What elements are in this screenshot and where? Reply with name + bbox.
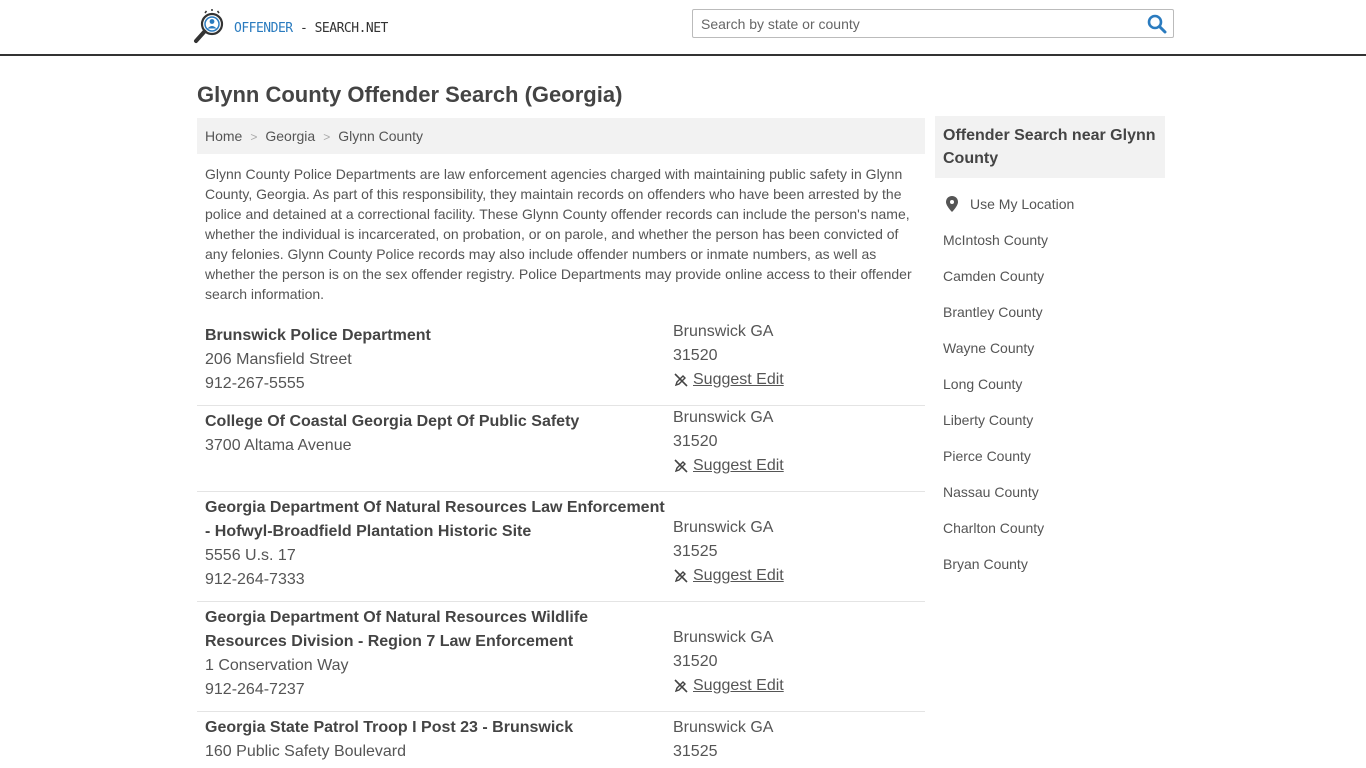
listing-phone: 912-267-5555 <box>205 375 305 392</box>
listing-name[interactable]: College Of Coastal Georgia Dept Of Publi… <box>205 410 673 434</box>
map-pin-icon <box>946 196 958 212</box>
logo-text-search: - SEARCH.NET <box>292 20 388 36</box>
magnifier-logo-icon <box>194 9 224 43</box>
sidebar-item-liberty-county[interactable]: Liberty County <box>943 408 1165 444</box>
sidebar-item-mcintosh-county[interactable]: McIntosh County <box>943 228 1165 264</box>
listing-address: 160 Public Safety Boulevard <box>205 743 407 760</box>
sidebar-item-bryan-county[interactable]: Bryan County <box>943 552 1165 588</box>
site-header: OFFENDER - SEARCH.NET <box>0 0 1366 56</box>
logo-text-offender: OFFENDER <box>234 20 293 36</box>
search-box <box>692 9 1174 38</box>
breadcrumb-separator: > <box>250 130 258 144</box>
site-logo[interactable]: OFFENDER - SEARCH.NET <box>192 9 388 47</box>
listing-item: College Of Coastal Georgia Dept Of Publi… <box>197 406 925 492</box>
use-my-location-label: Use My Location <box>970 196 1075 212</box>
search-button[interactable] <box>1147 14 1167 34</box>
sidebar-heading: Offender Search near Glynn County <box>935 116 1165 178</box>
suggest-edit-label: Suggest Edit <box>693 567 784 584</box>
edit-off-icon <box>674 569 688 583</box>
intro-paragraph: Glynn County Police Departments are law … <box>205 166 912 302</box>
suggest-edit-link[interactable]: Suggest Edit <box>673 368 784 392</box>
search-icon <box>1147 14 1167 34</box>
listing-zip: 31520 <box>673 653 718 670</box>
edit-off-icon <box>674 679 688 693</box>
breadcrumb-glynn-county[interactable]: Glynn County <box>338 128 423 144</box>
listing-city: Brunswick GA <box>673 409 774 426</box>
listing-city: Brunswick GA <box>673 719 774 736</box>
listing-address: 3700 Altama Avenue <box>205 437 352 454</box>
suggest-edit-label: Suggest Edit <box>693 457 784 474</box>
breadcrumb-home[interactable]: Home <box>205 128 242 144</box>
suggest-edit-link[interactable]: Suggest Edit <box>673 454 784 478</box>
listing-address: 206 Mansfield Street <box>205 351 352 368</box>
listing-zip: 31520 <box>673 433 718 450</box>
sidebar-item-nassau-county[interactable]: Nassau County <box>943 480 1165 516</box>
listing-city: Brunswick GA <box>673 519 774 536</box>
sidebar-item-long-county[interactable]: Long County <box>943 372 1165 408</box>
suggest-edit-link[interactable]: Suggest Edit <box>673 674 784 698</box>
listing-address: 5556 U.s. 17 <box>205 547 296 564</box>
listing-item: Georgia Department Of Natural Resources … <box>197 492 925 602</box>
listing-name[interactable]: Georgia Department Of Natural Resources … <box>205 606 673 654</box>
nearby-county-list: Use My Location McIntosh County Camden C… <box>943 192 1165 588</box>
listing-zip: 31520 <box>673 347 718 364</box>
search-input[interactable] <box>693 10 1133 37</box>
listing-zip: 31525 <box>673 543 718 560</box>
sidebar-item-brantley-county[interactable]: Brantley County <box>943 300 1165 336</box>
sidebar-item-camden-county[interactable]: Camden County <box>943 264 1165 300</box>
edit-off-icon <box>674 373 688 387</box>
listing-phone <box>205 458 673 482</box>
logo-text: OFFENDER - SEARCH.NET <box>234 21 388 36</box>
listing-item: Brunswick Police Department 206 Mansfiel… <box>197 320 925 406</box>
listing-item: Georgia Department Of Natural Resources … <box>197 602 925 712</box>
listing-zip: 31525 <box>673 743 718 760</box>
listing-city: Brunswick GA <box>673 629 774 646</box>
listing-city: Brunswick GA <box>673 323 774 340</box>
listing-name[interactable]: Georgia Department Of Natural Resources … <box>205 496 673 544</box>
listing-phone: 912-264-7237 <box>205 681 305 698</box>
listing-phone: 912-264-7333 <box>205 571 305 588</box>
suggest-edit-link[interactable]: Suggest Edit <box>673 564 784 588</box>
page-title: Glynn County Offender Search (Georgia) <box>197 82 623 107</box>
suggest-edit-label: Suggest Edit <box>693 677 784 694</box>
listing-address: 1 Conservation Way <box>205 657 349 674</box>
edit-off-icon <box>674 459 688 473</box>
listing-name[interactable]: Georgia State Patrol Troop I Post 23 - B… <box>205 716 673 740</box>
use-my-location-link[interactable]: Use My Location <box>943 192 1165 228</box>
breadcrumb-georgia[interactable]: Georgia <box>265 128 315 144</box>
sidebar-item-charlton-county[interactable]: Charlton County <box>943 516 1165 552</box>
suggest-edit-label: Suggest Edit <box>693 371 784 388</box>
listing-item: Georgia State Patrol Troop I Post 23 - B… <box>197 712 925 768</box>
sidebar-item-wayne-county[interactable]: Wayne County <box>943 336 1165 372</box>
breadcrumb-separator: > <box>323 130 331 144</box>
listing-name[interactable]: Brunswick Police Department <box>205 324 673 348</box>
sidebar-item-pierce-county[interactable]: Pierce County <box>943 444 1165 480</box>
breadcrumb: Home > Georgia > Glynn County <box>197 118 925 154</box>
agency-listings: Brunswick Police Department 206 Mansfiel… <box>197 320 925 768</box>
